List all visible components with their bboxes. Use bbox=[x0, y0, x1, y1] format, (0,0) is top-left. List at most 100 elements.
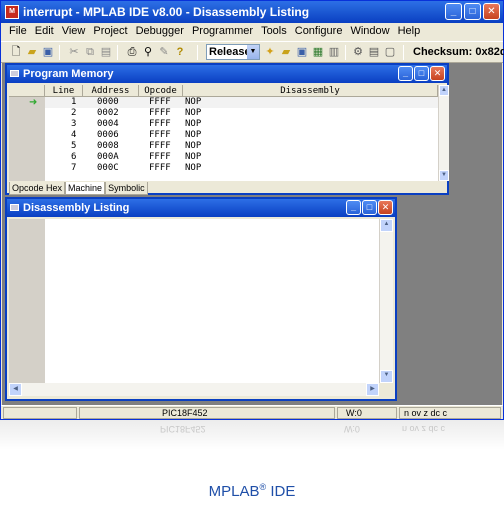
paste-icon[interactable]: ▤ bbox=[99, 45, 113, 59]
breakpoint-gutter[interactable]: ➜ bbox=[9, 97, 45, 181]
settings-icon[interactable]: ⚙ bbox=[351, 45, 365, 59]
menu-debugger[interactable]: Debugger bbox=[132, 23, 188, 41]
tab-symbolic[interactable]: Symbolic bbox=[105, 182, 148, 195]
print-icon[interactable]: ⎙ bbox=[125, 45, 139, 59]
scroll-down-icon[interactable]: ▼ bbox=[380, 370, 393, 383]
tab-opcode-hex[interactable]: Opcode Hex bbox=[9, 182, 66, 195]
cell-line: 3 bbox=[71, 119, 77, 129]
scroll-left-icon[interactable]: ◀ bbox=[9, 383, 22, 396]
scroll-up-icon[interactable]: ▲ bbox=[439, 85, 449, 96]
toolbar: 🗋 ▰ ▣ ✂ ⧉ ▤ ⎙ ⚲ ✎ ? Release ▼ ✦ ▰ ▣ ▦ ▥ … bbox=[1, 41, 504, 63]
window-icon[interactable]: ▢ bbox=[383, 45, 397, 59]
minimize-button[interactable]: _ bbox=[445, 3, 462, 20]
disassembly-hscrollbar[interactable]: ◀ ▶ bbox=[9, 383, 379, 396]
table-row[interactable]: 7 000C FFFF NOP bbox=[45, 163, 438, 174]
table-row[interactable]: 6 000A FFFF NOP bbox=[45, 152, 438, 163]
cell-disassembly: NOP bbox=[185, 130, 202, 140]
program-memory-window: Program Memory _ □ ✕ Line Address Opcode… bbox=[5, 63, 449, 195]
maximize-button[interactable]: □ bbox=[464, 3, 481, 20]
column-header-opcode[interactable]: Opcode bbox=[139, 85, 183, 97]
cell-address: 0002 bbox=[97, 108, 119, 118]
close-button[interactable]: ✕ bbox=[430, 66, 445, 81]
new-file-icon[interactable]: 🗋 bbox=[9, 45, 23, 59]
scroll-down-icon[interactable]: ▼ bbox=[439, 170, 449, 181]
cell-opcode: FFFF bbox=[149, 141, 171, 151]
table-row[interactable]: 3 0004 FFFF NOP bbox=[45, 119, 438, 130]
table-row[interactable]: 1 0000 FFFF NOP bbox=[45, 97, 438, 108]
cell-disassembly: NOP bbox=[185, 97, 202, 107]
menu-help[interactable]: Help bbox=[394, 23, 425, 41]
cell-opcode: FFFF bbox=[149, 130, 171, 140]
title-bar[interactable]: M interrupt - MPLAB IDE v8.00 - Disassem… bbox=[1, 1, 503, 23]
menu-configure[interactable]: Configure bbox=[291, 23, 347, 41]
program-memory-title: Program Memory bbox=[23, 68, 114, 80]
menu-window[interactable]: Window bbox=[346, 23, 393, 41]
window-icon bbox=[10, 204, 19, 211]
menu-programmer[interactable]: Programmer bbox=[188, 23, 257, 41]
scroll-up-icon[interactable]: ▲ bbox=[380, 219, 393, 232]
column-header-disassembly[interactable]: Disassembly bbox=[183, 85, 438, 97]
checksum-label: Checksum: 0x82d8 bbox=[413, 46, 504, 58]
new-project-icon[interactable]: ✦ bbox=[263, 45, 277, 59]
menu-tools[interactable]: Tools bbox=[257, 23, 291, 41]
menu-edit[interactable]: Edit bbox=[31, 23, 58, 41]
column-header-line[interactable]: Line bbox=[45, 85, 83, 97]
cell-address: 0000 bbox=[97, 97, 119, 107]
build-config-value: Release bbox=[209, 46, 251, 58]
reflection-w-register: W:0 bbox=[344, 424, 360, 434]
cell-line: 5 bbox=[71, 141, 77, 151]
chevron-down-icon[interactable]: ▼ bbox=[247, 45, 259, 59]
open-project-icon[interactable]: ▰ bbox=[279, 45, 293, 59]
save-project-icon[interactable]: ▣ bbox=[295, 45, 309, 59]
help-icon[interactable]: ? bbox=[173, 45, 187, 59]
disassembly-titlebar[interactable]: Disassembly Listing _ □ ✕ bbox=[7, 199, 395, 217]
build-icon[interactable]: ▦ bbox=[311, 45, 325, 59]
scroll-right-icon[interactable]: ▶ bbox=[366, 383, 379, 396]
table-row[interactable]: 2 0002 FFFF NOP bbox=[45, 108, 438, 119]
copy-icon[interactable]: ⧉ bbox=[83, 45, 97, 59]
table-row[interactable]: 4 0006 FFFF NOP bbox=[45, 130, 438, 141]
minimize-button[interactable]: _ bbox=[346, 200, 361, 215]
column-header-address[interactable]: Address bbox=[83, 85, 139, 97]
cell-opcode: FFFF bbox=[149, 108, 171, 118]
tab-machine[interactable]: Machine bbox=[65, 182, 106, 195]
disassembly-gutter[interactable] bbox=[9, 219, 45, 396]
cell-line: 1 bbox=[71, 97, 77, 107]
cell-address: 0008 bbox=[97, 141, 119, 151]
table-row[interactable]: 5 0008 FFFF NOP bbox=[45, 141, 438, 152]
mdi-workspace: Program Memory _ □ ✕ Line Address Opcode… bbox=[2, 63, 502, 405]
reflection-device: PIC18F452 bbox=[160, 424, 206, 434]
program-memory-titlebar[interactable]: Program Memory _ □ ✕ bbox=[7, 65, 447, 83]
build-config-select[interactable]: Release ▼ bbox=[206, 44, 260, 60]
cut-icon[interactable]: ✂ bbox=[67, 45, 81, 59]
close-button[interactable]: ✕ bbox=[378, 200, 393, 215]
minimize-button[interactable]: _ bbox=[398, 66, 413, 81]
product-caption: MPLAB® IDE bbox=[0, 482, 504, 500]
menu-bar: File Edit View Project Debugger Programm… bbox=[1, 23, 503, 41]
disassembly-listing-window: Disassembly Listing _ □ ✕ ▲ ▼ ◀ ▶ bbox=[5, 197, 397, 401]
menu-view[interactable]: View bbox=[58, 23, 90, 41]
menu-project[interactable]: Project bbox=[89, 23, 131, 41]
maximize-button[interactable]: □ bbox=[362, 200, 377, 215]
mplab-app-icon[interactable]: M bbox=[5, 5, 19, 19]
status-w-register: W:0 bbox=[337, 407, 397, 419]
disassembly-vscrollbar[interactable]: ▲ ▼ bbox=[379, 219, 393, 383]
save-icon[interactable]: ▣ bbox=[41, 45, 55, 59]
maximize-button[interactable]: □ bbox=[414, 66, 429, 81]
program-memory-vscrollbar[interactable]: ▲ ▼ bbox=[438, 85, 449, 181]
debug-icon[interactable]: ▥ bbox=[327, 45, 341, 59]
find-icon[interactable]: ⚲ bbox=[141, 45, 155, 59]
disassembly-editor[interactable] bbox=[45, 219, 379, 396]
status-device: PIC18F452 bbox=[79, 407, 335, 419]
menu-file[interactable]: File bbox=[5, 23, 31, 41]
cell-opcode: FFFF bbox=[149, 163, 171, 173]
memory-icon[interactable]: ▤ bbox=[367, 45, 381, 59]
cell-opcode: FFFF bbox=[149, 97, 171, 107]
open-folder-icon[interactable]: ▰ bbox=[25, 45, 39, 59]
close-button[interactable]: ✕ bbox=[483, 3, 500, 20]
find-in-files-icon[interactable]: ✎ bbox=[157, 45, 171, 59]
window-icon bbox=[10, 70, 19, 77]
status-flags: n ov z dc c bbox=[399, 407, 501, 419]
program-memory-grid[interactable]: ➜ 1 0000 FFFF NOP 2 0002 FFFF NOP 3 0004 bbox=[9, 97, 438, 181]
cell-line: 7 bbox=[71, 163, 77, 173]
